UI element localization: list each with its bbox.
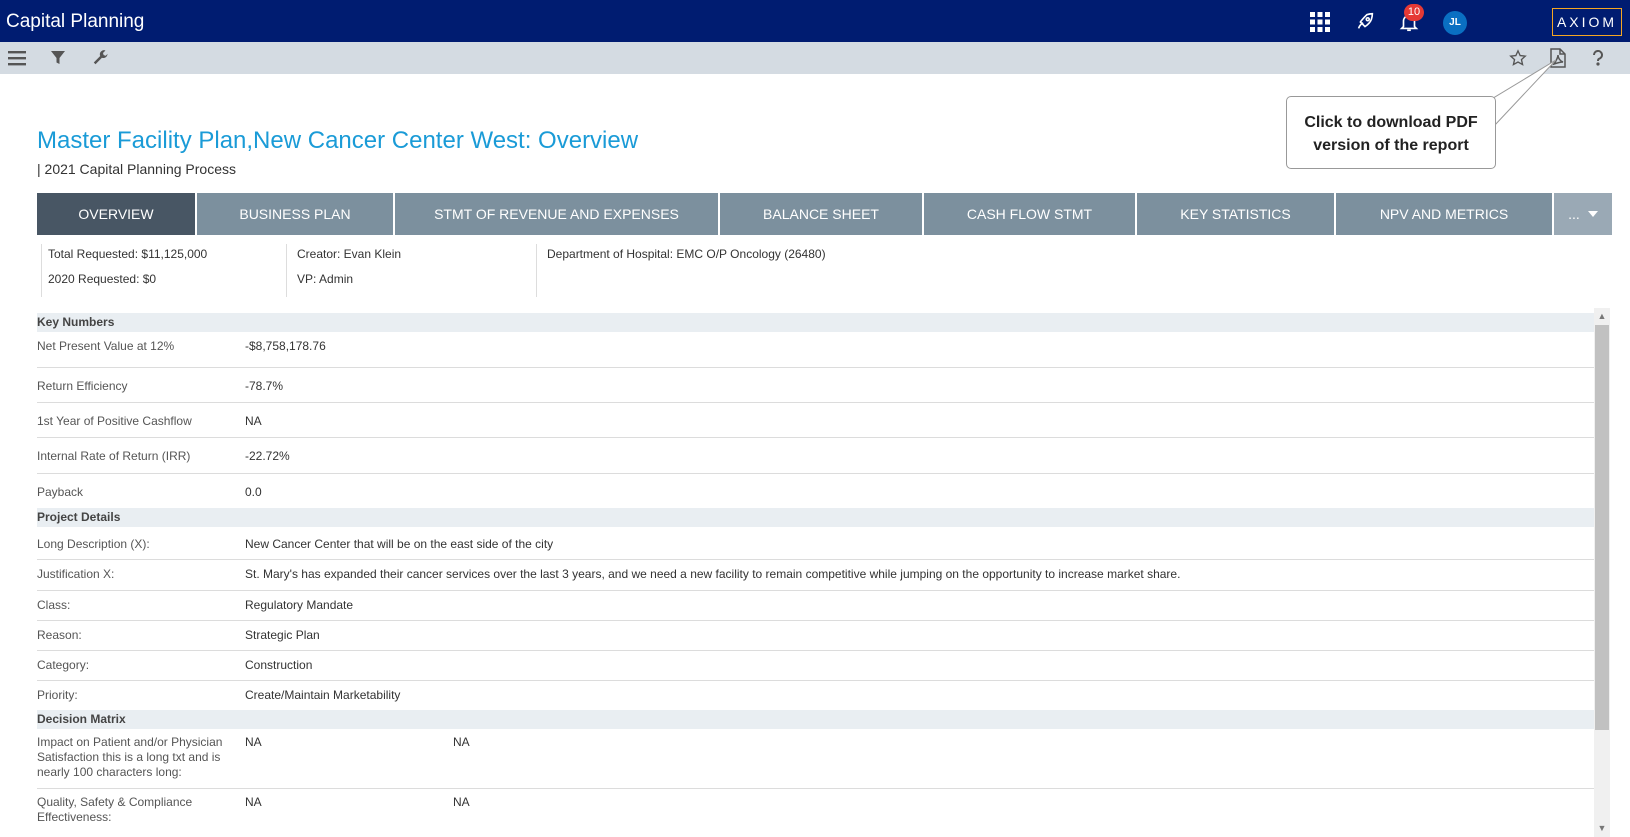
tabs-more-dropdown[interactable]: ... — [1554, 193, 1612, 235]
row-value: Create/Maintain Marketability — [245, 688, 401, 702]
tab-key-statistics[interactable]: KEY STATISTICS — [1137, 193, 1336, 235]
table-row: Long Description (X): New Cancer Center … — [37, 527, 1594, 560]
row-label: Quality, Safety & Compliance Effectivene… — [37, 795, 193, 824]
tab-business-plan[interactable]: BUSINESS PLAN — [197, 193, 395, 235]
table-row: Payback 0.0 — [37, 474, 1594, 508]
avatar[interactable]: JL — [1443, 11, 1467, 35]
help-icon[interactable] — [1587, 48, 1609, 68]
row-value: 0.0 — [245, 485, 262, 499]
table-row: Class: Regulatory Mandate — [37, 591, 1594, 621]
table-row: Return Efficiency -78.7% — [37, 368, 1594, 403]
row-label: Reason: — [37, 628, 82, 642]
app-title: Capital Planning — [6, 11, 145, 32]
row-value: New Cancer Center that will be on the ea… — [245, 537, 554, 551]
scroll-down-arrow[interactable]: ▼ — [1596, 822, 1608, 834]
filter-icon[interactable] — [47, 48, 69, 68]
row-value: NA — [245, 414, 262, 428]
tab-overview[interactable]: OVERVIEW — [37, 193, 197, 235]
table-row: Quality, Safety & Compliance Effectivene… — [37, 789, 1594, 829]
table-row: Impact on Patient and/or Physician Satis… — [37, 729, 1594, 789]
pdf-download-callout: Click to download PDF version of the rep… — [1286, 96, 1496, 169]
department: Department of Hospital: EMC O/P Oncology… — [547, 247, 826, 261]
row-label: Justification X: — [37, 567, 115, 581]
tabs-more-label: ... — [1568, 206, 1580, 222]
row-value: Regulatory Mandate — [245, 598, 354, 612]
info-department: Department of Hospital: EMC O/P Oncology… — [547, 245, 826, 297]
tab-cash-flow-stmt[interactable]: CASH FLOW STMT — [924, 193, 1137, 235]
toolbar — [0, 42, 1630, 74]
row-label: Net Present Value at 12% — [37, 339, 175, 353]
tab-npv-metrics[interactable]: NPV AND METRICS — [1336, 193, 1554, 235]
page-subtitle: | 2021 Capital Planning Process — [37, 161, 236, 177]
info-requested: Total Requested: $11,125,000 2020 Reques… — [48, 245, 207, 297]
menu-icon[interactable] — [6, 48, 28, 68]
chevron-down-icon — [1587, 211, 1598, 217]
scroll-up-arrow[interactable]: ▲ — [1596, 310, 1608, 322]
report-content: Key Numbers Net Present Value at 12% -$8… — [37, 313, 1594, 829]
row-value-secondary: NA — [453, 735, 470, 749]
page-title: Master Facility Plan,New Cancer Center W… — [37, 127, 639, 154]
section-project-details: Project Details — [37, 508, 1594, 527]
tab-balance-sheet[interactable]: BALANCE SHEET — [720, 193, 924, 235]
row-label: Long Description (X): — [37, 537, 150, 551]
row-label: Category: — [37, 658, 90, 672]
apps-grid-icon[interactable] — [1308, 10, 1332, 34]
vp: VP: Admin — [297, 272, 354, 286]
row-label: Priority: — [37, 688, 78, 702]
wrench-icon[interactable] — [89, 48, 111, 68]
report-tabs: OVERVIEW BUSINESS PLAN STMT OF REVENUE A… — [37, 193, 1554, 235]
table-row: Justification X: St. Mary's has expanded… — [37, 560, 1594, 591]
row-label: Internal Rate of Return (IRR) — [37, 449, 191, 463]
callout-line-1: Click to download PDF — [1304, 114, 1478, 131]
creator: Creator: Evan Klein — [297, 247, 402, 261]
table-row: 1st Year of Positive Cashflow NA — [37, 403, 1594, 438]
top-bar: Capital Planning 10 JL AXIOM — [0, 0, 1630, 42]
table-row: Net Present Value at 12% -$8,758,178.76 — [37, 332, 1594, 368]
row-value: Strategic Plan — [245, 628, 320, 642]
scrollbar-thumb[interactable] — [1595, 325, 1609, 730]
table-row: Internal Rate of Return (IRR) -22.72% — [37, 438, 1594, 474]
section-decision-matrix: Decision Matrix — [37, 710, 1594, 729]
row-label: 1st Year of Positive Cashflow — [37, 414, 192, 428]
axiom-logo: AXIOM — [1552, 8, 1622, 36]
info-divider — [286, 244, 287, 297]
row-value: Construction — [245, 658, 313, 672]
row-label: Payback — [37, 485, 84, 499]
row-value: St. Mary's has expanded their cancer ser… — [245, 567, 1181, 581]
rocket-icon[interactable] — [1353, 10, 1377, 34]
info-divider — [536, 244, 537, 297]
total-requested: Total Requested: $11,125,000 — [48, 247, 208, 261]
row-value: NA — [245, 735, 262, 749]
row-value: -$8,758,178.76 — [245, 339, 326, 353]
table-row: Category: Construction — [37, 651, 1594, 681]
table-row: Priority: Create/Maintain Marketability — [37, 681, 1594, 710]
row-label: Impact on Patient and/or Physician Satis… — [37, 735, 223, 779]
info-people: Creator: Evan Klein VP: Admin — [297, 245, 401, 297]
row-value-secondary: NA — [453, 795, 470, 809]
row-value: -22.72% — [245, 449, 290, 463]
row-value: -78.7% — [245, 379, 284, 393]
callout-pointer — [1490, 60, 1557, 128]
row-value: NA — [245, 795, 262, 809]
callout-line-2: version of the report — [1313, 137, 1469, 154]
info-divider — [41, 244, 42, 297]
section-key-numbers: Key Numbers — [37, 313, 1594, 332]
notification-badge: 10 — [1404, 4, 1424, 21]
row-label: Return Efficiency — [37, 379, 128, 393]
row-label: Class: — [37, 598, 71, 612]
requested-2020: 2020 Requested: $0 — [48, 272, 157, 286]
tab-stmt-revenue-expenses[interactable]: STMT OF REVENUE AND EXPENSES — [395, 193, 720, 235]
table-row: Reason: Strategic Plan — [37, 621, 1594, 651]
